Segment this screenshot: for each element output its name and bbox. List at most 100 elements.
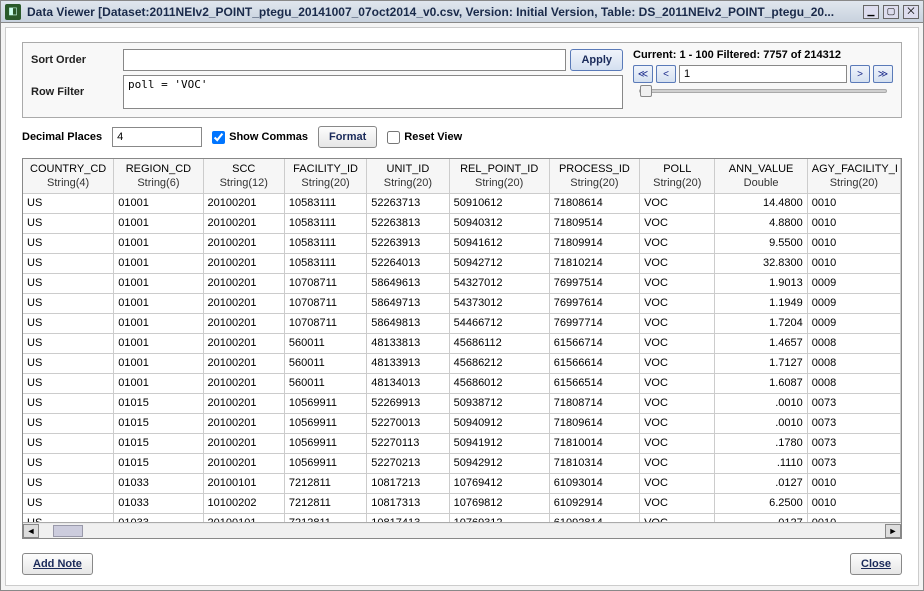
table-cell: 71810014 [550,434,640,453]
table-cell: 45686012 [450,374,550,393]
table-cell: 52263913 [367,234,449,253]
sort-order-input[interactable] [123,49,566,71]
column-header[interactable]: AGY_FACILITY_IString(20) [808,159,901,193]
column-header[interactable]: REL_POINT_IDString(20) [450,159,550,193]
table-cell: US [23,374,114,393]
content-area: Sort Order Apply Row Filter Current: 1 -… [5,27,919,586]
table-cell: 0009 [808,294,901,313]
last-page-icon[interactable]: ≫ [873,65,893,83]
filter-inputs: Sort Order Apply Row Filter [31,49,623,109]
next-page-icon[interactable]: > [850,65,870,83]
decimal-places-label: Decimal Places [22,131,102,143]
table-cell: 71809514 [550,214,640,233]
table-row[interactable]: US01001201002011058311152263813509403127… [23,214,901,234]
table-row[interactable]: US01001201002011058311152263713509106127… [23,194,901,214]
table-cell: .0010 [715,414,807,433]
table-row[interactable]: US01015201002011056991152269913509387127… [23,394,901,414]
table-row[interactable]: US01033101002027212811108173131076981261… [23,494,901,514]
column-header[interactable]: PROCESS_IDString(20) [550,159,640,193]
table-cell: 20100201 [204,234,285,253]
table-cell: 48133913 [367,354,449,373]
column-header[interactable]: COUNTRY_CDString(4) [23,159,114,193]
table-row[interactable]: US01033201001017212811108174131076931261… [23,514,901,522]
minimize-icon[interactable]: ▁ [863,5,879,19]
page-slider[interactable] [633,87,893,95]
table-cell: 50940312 [450,214,550,233]
reset-view-box[interactable] [387,131,400,144]
table-row[interactable]: US01001201002015600114813401345686012615… [23,374,901,394]
maximize-icon[interactable]: ▢ [883,5,899,19]
table-cell: 1.9013 [715,274,807,293]
table-cell: 01001 [114,274,203,293]
table-cell: 10569911 [285,454,367,473]
table-cell: 45686112 [450,334,550,353]
decimal-places-input[interactable] [112,127,202,147]
table-cell: 1.7204 [715,314,807,333]
table-row[interactable]: US01015201002011056991152270213509429127… [23,454,901,474]
table-row[interactable]: US01033201001017212811108172131076941261… [23,474,901,494]
app-icon: ◧ [5,4,21,20]
column-header[interactable]: ANN_VALUEDouble [715,159,807,193]
slider-thumb[interactable] [640,85,652,97]
page-input[interactable] [679,65,847,83]
table-row[interactable]: US01001201002015600114813391345686212615… [23,354,901,374]
table-cell: 10583111 [285,194,367,213]
table-cell: 52264013 [367,254,449,273]
table-cell: US [23,294,114,313]
table-cell: 0008 [808,374,901,393]
table-cell: 01001 [114,354,203,373]
table-row[interactable]: US01015201002011056991152270113509419127… [23,434,901,454]
scroll-left-icon[interactable]: ◄ [23,524,39,538]
table-cell: 71810214 [550,254,640,273]
table-row[interactable]: US01001201002011070871158649713543730127… [23,294,901,314]
close-icon[interactable]: ⨉ [903,5,919,19]
column-header[interactable]: POLLString(20) [640,159,715,193]
table-cell: 45686212 [450,354,550,373]
column-header[interactable]: SCCString(12) [204,159,285,193]
table-cell: 48133813 [367,334,449,353]
table-row[interactable]: US01001201002011070871158649613543270127… [23,274,901,294]
prev-page-icon[interactable]: < [656,65,676,83]
table-cell: 01033 [114,474,203,493]
table-cell: VOC [640,194,715,213]
table-cell: 7212811 [285,494,367,513]
column-header[interactable]: FACILITY_IDString(20) [285,159,367,193]
table-cell: 14.4800 [715,194,807,213]
apply-button[interactable]: Apply [570,49,623,71]
table-cell: 58649813 [367,314,449,333]
hscrollbar[interactable]: ◄ ► [23,522,901,538]
table-cell: 10569911 [285,394,367,413]
column-header[interactable]: UNIT_IDString(20) [367,159,449,193]
table-row[interactable]: US01001201002015600114813381345686112615… [23,334,901,354]
table-cell: 01001 [114,334,203,353]
table-cell: 01015 [114,454,203,473]
scroll-track[interactable] [39,524,885,538]
table-row[interactable]: US01001201002011070871158649813544667127… [23,314,901,334]
table-row[interactable]: US01001201002011058311152263913509416127… [23,234,901,254]
table-cell: US [23,494,114,513]
table-cell: 20100201 [204,414,285,433]
table-cell: 01001 [114,234,203,253]
format-button[interactable]: Format [318,126,377,148]
add-note-button[interactable]: Add Note [22,553,93,575]
column-header[interactable]: REGION_CDString(6) [114,159,203,193]
table-header: COUNTRY_CDString(4)REGION_CDString(6)SCC… [23,159,901,194]
table-cell: US [23,454,114,473]
scroll-thumb[interactable] [53,525,83,537]
scroll-right-icon[interactable]: ► [885,524,901,538]
close-button[interactable]: Close [850,553,902,575]
table-row[interactable]: US01015201002011056991152270013509409127… [23,414,901,434]
row-filter-input[interactable] [123,75,623,109]
show-commas-checkbox[interactable]: Show Commas [212,131,308,144]
first-page-icon[interactable]: ≪ [633,65,653,83]
table-cell: VOC [640,274,715,293]
table-cell: US [23,434,114,453]
table-cell: 560011 [285,334,367,353]
table-cell: 10708711 [285,274,367,293]
table-cell: 01015 [114,394,203,413]
show-commas-box[interactable] [212,131,225,144]
table-cell: US [23,394,114,413]
table-cell: 9.5500 [715,234,807,253]
table-row[interactable]: US01001201002011058311152264013509427127… [23,254,901,274]
reset-view-checkbox[interactable]: Reset View [387,131,462,144]
